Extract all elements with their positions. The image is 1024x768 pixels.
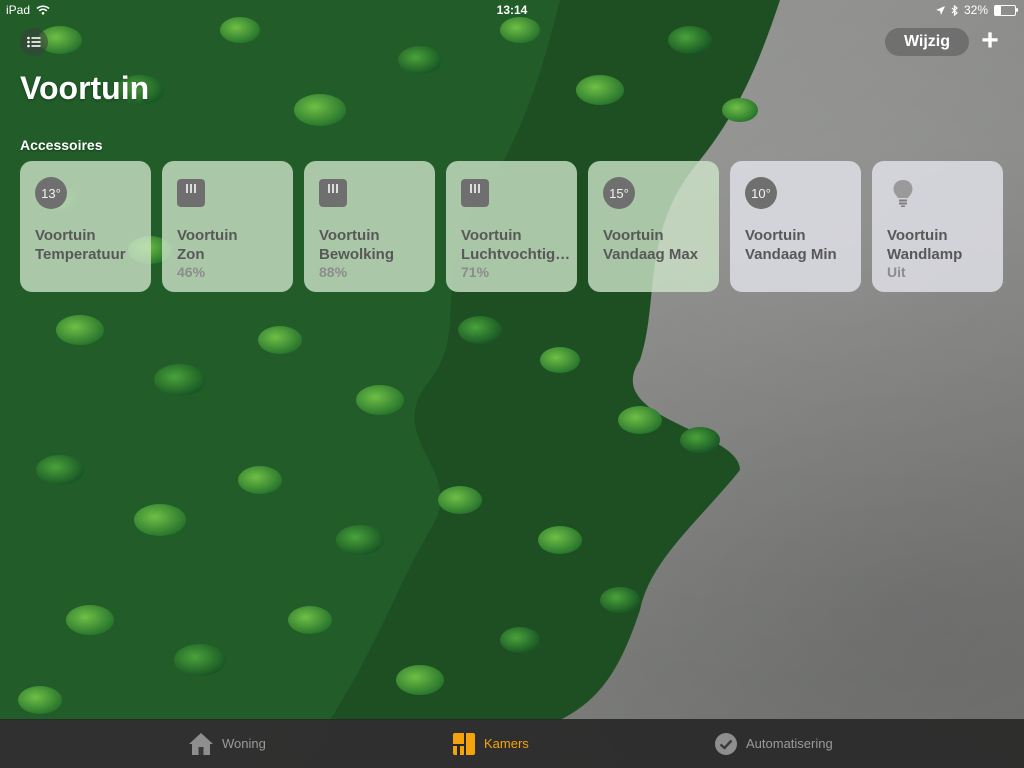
accessory-tile-vandaag-max[interactable]: 15° Voortuin Vandaag Max (588, 161, 719, 292)
tile-name-line1: Voortuin (603, 227, 664, 244)
tab-label: Automatisering (746, 736, 833, 751)
sensor-icon (177, 177, 209, 209)
tile-name-line1: Voortuin (319, 227, 380, 244)
tab-kamers[interactable]: Kamers (452, 719, 529, 768)
tab-label: Woning (222, 736, 266, 751)
tile-status: 46% (177, 264, 206, 280)
tile-name-line2: Vandaag Max (603, 246, 699, 263)
add-button[interactable]: + (976, 26, 1004, 58)
tile-name-line2: Vandaag Min (745, 246, 837, 263)
tile-status: Uit (887, 264, 906, 280)
tab-automatisering[interactable]: Automatisering (714, 719, 833, 768)
tile-name: Voortuin Luchtvochtigheid (461, 226, 573, 264)
status-right: 32% (935, 3, 1018, 17)
sensor-icon (461, 177, 493, 209)
tile-name: Voortuin Bewolking (319, 226, 431, 264)
bluetooth-icon (951, 4, 958, 16)
house-icon (189, 732, 213, 755)
battery-icon (994, 4, 1018, 16)
ivy-wallpaper-image (0, 0, 780, 720)
temperature-value: 10° (745, 177, 777, 209)
temperature-value: 13° (35, 177, 67, 209)
tile-status: 88% (319, 264, 348, 280)
tile-name-line1: Voortuin (177, 227, 238, 244)
accessory-tile-zon[interactable]: Voortuin Zon 46% (162, 161, 293, 292)
accessory-tile-bewolking[interactable]: Voortuin Bewolking 88% (304, 161, 435, 292)
thermometer-value-icon: 15° (603, 177, 635, 209)
home-menu-button[interactable] (20, 28, 48, 56)
tile-name: Voortuin Wandlamp (887, 226, 999, 264)
thermometer-value-icon: 10° (745, 177, 777, 209)
accessory-tile-luchtvochtigheid[interactable]: Voortuin Luchtvochtigheid 71% (446, 161, 577, 292)
edit-button[interactable]: Wijzig (885, 28, 969, 56)
clock-check-icon (715, 732, 737, 755)
tile-name-line1: Voortuin (745, 227, 806, 244)
tile-name-line1: Voortuin (887, 227, 948, 244)
tile-name: Voortuin Vandaag Max (603, 226, 715, 264)
tile-name: Voortuin Zon (177, 226, 289, 264)
tile-name-line1: Voortuin (461, 227, 522, 244)
page-title: Voortuin (20, 70, 150, 106)
tile-name-line2: Luchtvochtigheid (461, 246, 573, 263)
tab-label: Kamers (484, 736, 529, 751)
section-label-accessories: Accessoires (20, 137, 103, 153)
status-time: 13:14 (496, 3, 528, 17)
tile-name-line2: Bewolking (319, 246, 395, 263)
lightbulb-icon (887, 177, 919, 209)
temperature-value: 15° (603, 177, 635, 209)
status-bar: iPad 13:14 32% (0, 0, 1024, 20)
tile-name: Voortuin Temperatuur (35, 226, 147, 264)
tile-name-line1: Voortuin (35, 227, 96, 244)
tab-bar: Woning Kamers Automatisering (0, 719, 1024, 768)
tab-woning[interactable]: Woning (188, 719, 266, 768)
rooms-icon (453, 732, 475, 755)
accessory-tile-temperatuur[interactable]: 13° Voortuin Temperatuur (20, 161, 151, 292)
battery-percent: 32% (963, 3, 988, 17)
battery-level (995, 5, 1002, 15)
tile-name: Voortuin Vandaag Min (745, 226, 857, 264)
tile-name-line2: Temperatuur (35, 246, 126, 263)
accessory-tile-vandaag-min[interactable]: 10° Voortuin Vandaag Min (730, 161, 861, 292)
thermometer-value-icon: 13° (35, 177, 67, 209)
list-icon (27, 36, 41, 48)
location-arrow-icon (935, 5, 945, 15)
tile-status: 71% (461, 264, 490, 280)
accessory-tile-wandlamp[interactable]: Voortuin Wandlamp Uit (872, 161, 1003, 292)
tile-name-line2: Wandlamp (887, 246, 963, 263)
tile-name-line2: Zon (177, 246, 205, 263)
sensor-icon (319, 177, 351, 209)
lightbulb-shape (893, 180, 913, 207)
home-app-screen: iPad 13:14 32% Wijzig + Voortuin Accesso… (0, 0, 1024, 768)
